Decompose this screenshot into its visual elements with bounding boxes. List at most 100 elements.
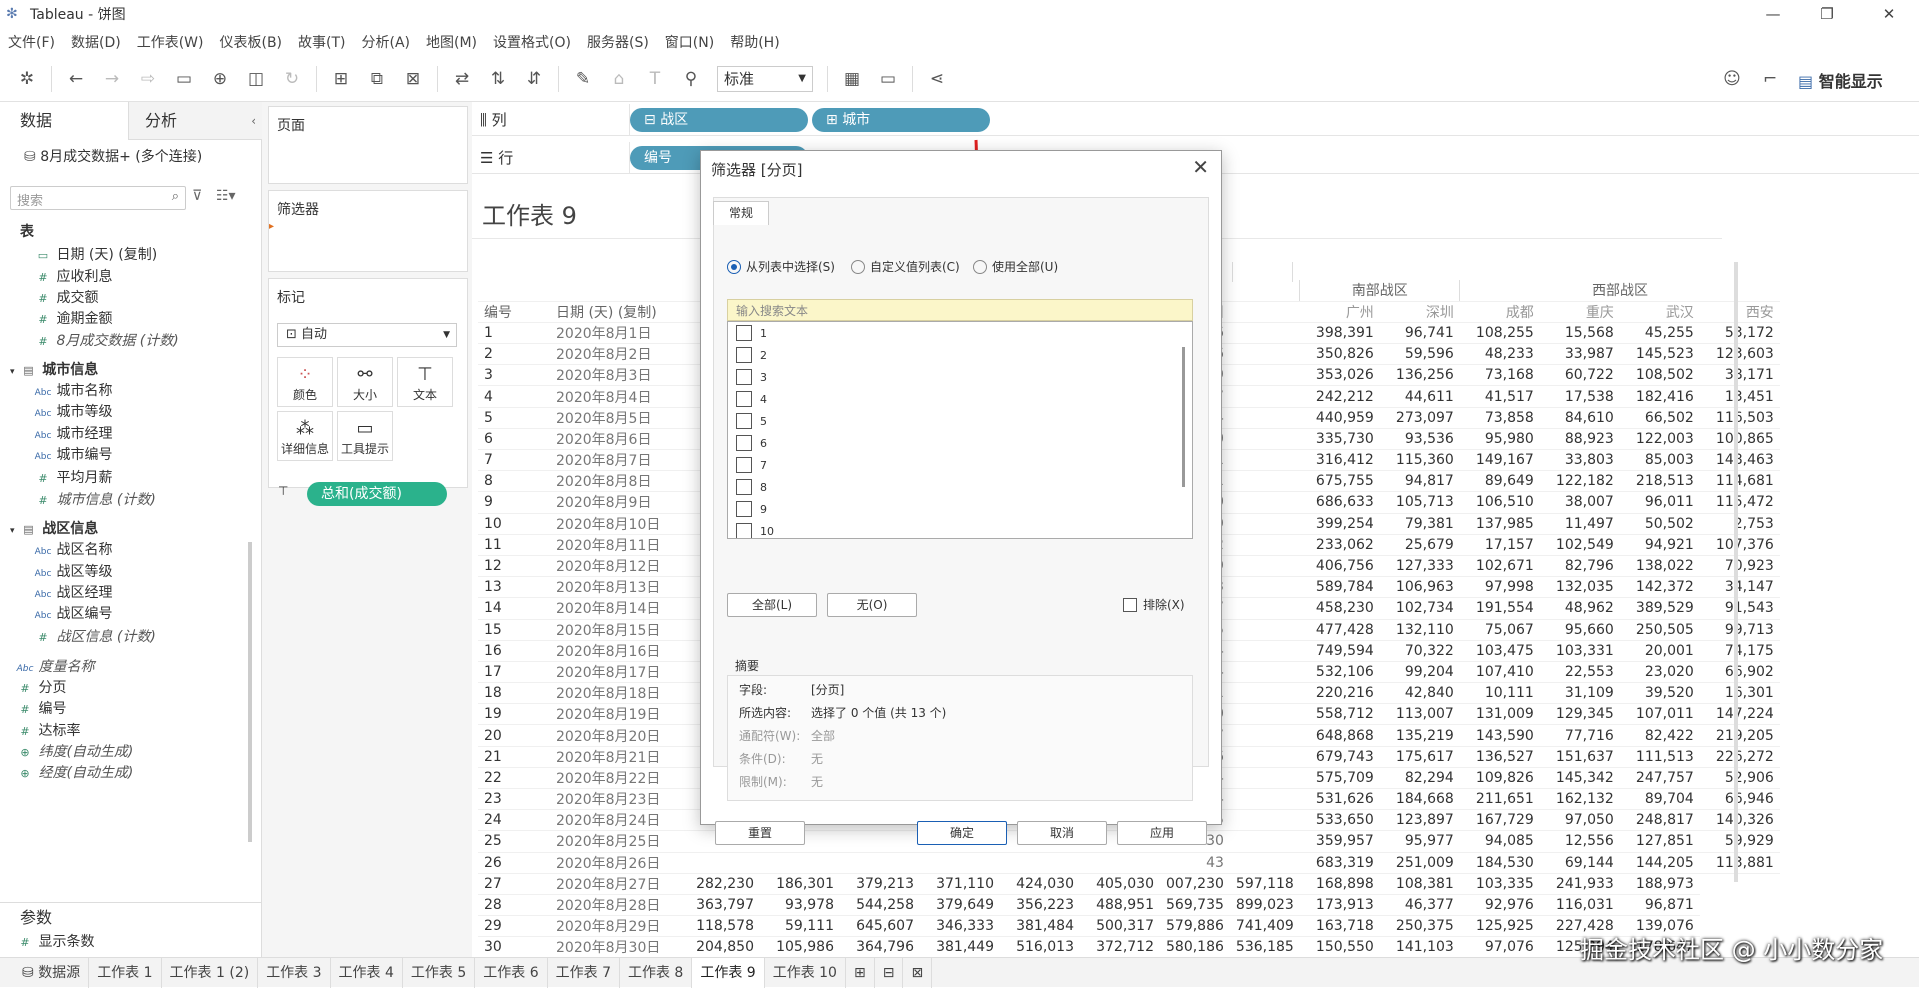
sheet-tab[interactable]: 工作表 10 xyxy=(765,957,846,988)
redo-icon[interactable]: → xyxy=(99,66,125,92)
pill-zone[interactable]: ⊟ 战区 xyxy=(630,108,808,132)
presentation-icon[interactable]: ▭ xyxy=(875,66,901,92)
pause-updates-icon[interactable]: ◫ xyxy=(243,66,269,92)
maximize-icon[interactable]: ❐ xyxy=(1804,0,1850,28)
datasource-item[interactable]: ⛁ 8月成交数据+ (多个连接) xyxy=(24,146,202,166)
sheet-scrollbar[interactable] xyxy=(1734,262,1738,882)
menu-item[interactable]: 文件(F) xyxy=(8,32,55,52)
show-cards-icon[interactable]: ▦ xyxy=(839,66,865,92)
filters-card[interactable]: 筛选器 ▸ xyxy=(268,190,468,272)
detail-button[interactable]: ⁂ 详细信息 xyxy=(277,411,333,461)
tableau-home-icon[interactable]: ✲ xyxy=(14,66,40,92)
menu-item[interactable]: 地图(M) xyxy=(426,32,477,52)
mark-type-select[interactable]: ⊡ 自动 ▼ xyxy=(277,323,457,347)
sheet-tab[interactable]: 工作表 4 xyxy=(331,957,403,988)
field-item[interactable]: # 战区信息 (计数) xyxy=(0,625,155,649)
apply-button[interactable]: 应用 xyxy=(1117,821,1207,845)
labels-icon[interactable]: T xyxy=(642,66,668,92)
value-checkbox-item[interactable]: 10 xyxy=(728,520,1192,538)
menu-item[interactable]: 仪表板(B) xyxy=(219,32,282,52)
new-sheet-icon[interactable]: ⊞ xyxy=(328,66,354,92)
ask-data-icon[interactable]: ☺ xyxy=(1719,66,1745,92)
value-checkbox-item[interactable]: 7 xyxy=(728,454,1192,476)
menu-item[interactable]: 服务器(S) xyxy=(587,32,649,52)
value-checkbox-item[interactable]: 2 xyxy=(728,344,1192,366)
menu-item[interactable]: 设置格式(O) xyxy=(493,32,571,52)
menu-item[interactable]: 分析(A) xyxy=(362,32,411,52)
value-checkbox-item[interactable]: 3 xyxy=(728,366,1192,388)
close-icon[interactable]: ✕ xyxy=(1192,155,1209,179)
collapse-icon[interactable]: ‹ xyxy=(251,102,256,140)
smart-show-button[interactable]: ▤ 智能显示 xyxy=(1798,68,1883,92)
duplicate-sheet-icon[interactable]: ⧉ xyxy=(364,66,390,92)
datasource-tab[interactable]: ⛁ 数据源 xyxy=(0,957,90,988)
radio-use-all[interactable]: 使用全部(U) xyxy=(973,258,1058,275)
sort-desc-icon[interactable]: ⇵ xyxy=(521,66,547,92)
filter-icon[interactable]: ⊽ xyxy=(192,188,202,204)
share-icon[interactable]: ⋖ xyxy=(924,66,950,92)
new-worksheet-icon[interactable]: ⊞ xyxy=(846,957,875,988)
sheet-tab[interactable]: 工作表 5 xyxy=(403,957,476,988)
param-item[interactable]: # 显示条数 xyxy=(0,930,94,954)
exclude-checkbox[interactable]: 排除(X) xyxy=(1123,596,1185,613)
tab-analysis[interactable]: 分析 ‹ xyxy=(128,102,262,140)
value-checkbox-item[interactable]: 5 xyxy=(728,410,1192,432)
size-button[interactable]: ⚯ 大小 xyxy=(337,357,393,407)
text-button[interactable]: ⊤ 文本 xyxy=(397,357,453,407)
save-icon[interactable]: ▭ xyxy=(171,66,197,92)
replay-icon[interactable]: ⇨ xyxy=(135,66,161,92)
value-checkbox-item[interactable]: 4 xyxy=(728,388,1192,410)
close-icon[interactable]: ✕ xyxy=(1866,0,1912,28)
format-painter-icon[interactable]: ⌐ xyxy=(1757,66,1783,92)
reset-button[interactable]: 重置 xyxy=(715,821,805,845)
value-checkbox-item[interactable]: 9 xyxy=(728,498,1192,520)
dialog-search-input[interactable]: 输入搜索文本 xyxy=(727,299,1193,321)
columns-shelf[interactable]: ⫼ 列 ⊟ 战区 ⊞ 城市 xyxy=(472,104,1919,136)
new-story-icon[interactable]: ⊠ xyxy=(903,957,933,988)
sheet-tab[interactable]: 工作表 1 xyxy=(89,957,162,988)
menu-item[interactable]: 工作表(W) xyxy=(137,32,204,52)
field-search-input[interactable]: 搜索 ⌕ xyxy=(10,186,186,210)
collapse-icon[interactable]: ▾ xyxy=(10,367,15,377)
tooltip-button[interactable]: ▭ 工具提示 xyxy=(337,411,393,461)
list-scrollbar[interactable] xyxy=(1182,347,1185,487)
none-button[interactable]: 无(O) xyxy=(827,593,917,617)
clear-sheet-icon[interactable]: ⊠ xyxy=(400,66,426,92)
highlight-icon[interactable]: ✎ xyxy=(570,66,596,92)
tab-data[interactable]: 数据 xyxy=(0,102,128,140)
field-item[interactable]: ⊕ 经度(自动生成) xyxy=(0,761,133,785)
ok-button[interactable]: 确定 xyxy=(917,821,1007,845)
menu-item[interactable]: 帮助(H) xyxy=(730,32,779,52)
radio-select-from-list[interactable]: 从列表中选择(S) xyxy=(727,258,835,275)
sort-asc-icon[interactable]: ⇅ xyxy=(485,66,511,92)
collapse-icon[interactable]: ▾ xyxy=(10,526,15,536)
new-datasource-icon[interactable]: ⊕ xyxy=(207,66,233,92)
field-item[interactable]: Abc 战区编号 xyxy=(0,602,113,626)
cancel-button[interactable]: 取消 xyxy=(1017,821,1107,845)
sheet-tab[interactable]: 工作表 1 (2) xyxy=(162,957,259,988)
radio-custom-list[interactable]: 自定义值列表(C) xyxy=(851,258,960,275)
value-checkbox-item[interactable]: 1 xyxy=(728,322,1192,344)
value-checkbox-item[interactable]: 8 xyxy=(728,476,1192,498)
mark-pill-sum-amount[interactable]: 总和(成交额) xyxy=(307,482,447,506)
view-list-icon[interactable]: ☷▾ xyxy=(216,188,236,204)
fit-select[interactable]: 标准 ▼ xyxy=(717,65,813,92)
undo-icon[interactable]: ← xyxy=(63,66,89,92)
menu-item[interactable]: 故事(T) xyxy=(298,32,345,52)
refresh-icon[interactable]: ↻ xyxy=(279,66,305,92)
field-item[interactable]: # 8月成交数据 (计数) xyxy=(0,329,178,353)
new-dashboard-icon[interactable]: ⊟ xyxy=(875,957,904,988)
sheet-tab[interactable]: 工作表 6 xyxy=(475,957,548,988)
value-checkbox-item[interactable]: 6 xyxy=(728,432,1192,454)
field-scrollbar[interactable] xyxy=(248,542,252,842)
menu-item[interactable]: 数据(D) xyxy=(71,32,121,52)
pin-icon[interactable]: ⚲ xyxy=(678,66,704,92)
menu-item[interactable]: 窗口(N) xyxy=(665,32,714,52)
swap-icon[interactable]: ⇄ xyxy=(449,66,475,92)
sheet-tab[interactable]: 工作表 7 xyxy=(548,957,620,988)
all-button[interactable]: 全部(L) xyxy=(727,593,817,617)
sheet-tab[interactable]: 工作表 9 xyxy=(692,957,765,988)
group-icon[interactable]: ⌂ xyxy=(606,66,632,92)
pill-city[interactable]: ⊞ 城市 xyxy=(812,108,990,132)
sheet-tab[interactable]: 工作表 3 xyxy=(258,957,331,988)
